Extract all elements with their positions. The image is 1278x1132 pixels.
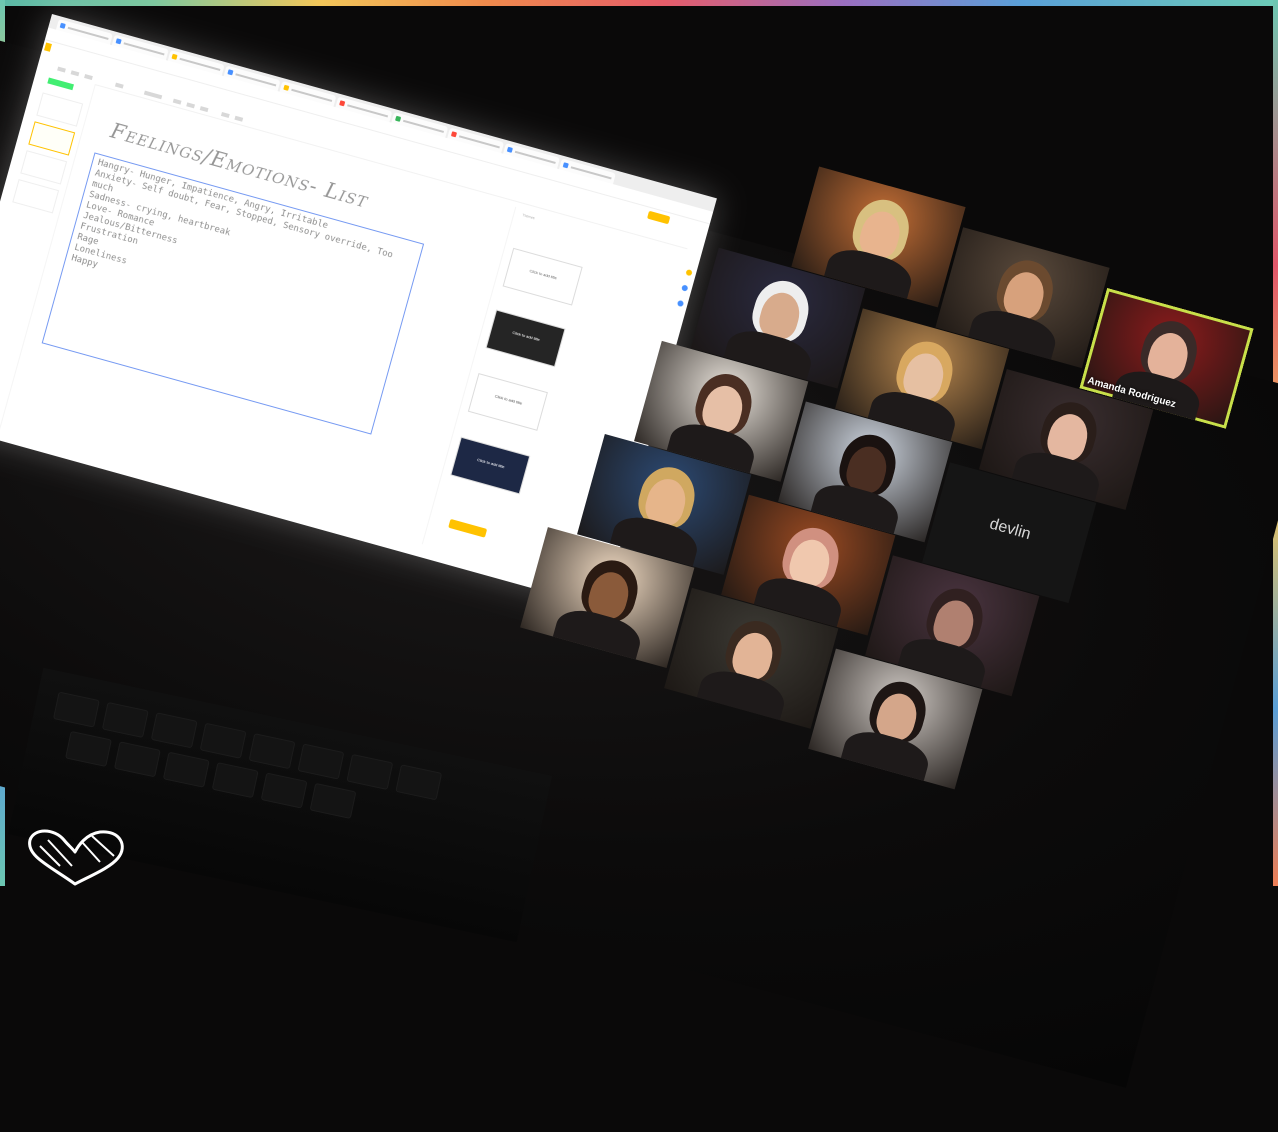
participant-body (692, 664, 789, 729)
theme-caption: Click to add title (476, 456, 506, 470)
underline-icon[interactable] (199, 106, 209, 113)
theme-card[interactable]: Click to add title (502, 247, 583, 306)
decorative-border-top (0, 0, 1278, 6)
calendar-icon[interactable] (676, 299, 685, 308)
slide-thumbnail[interactable] (20, 150, 68, 185)
redo-icon[interactable] (70, 70, 80, 77)
bold-icon[interactable] (172, 98, 182, 105)
keep-icon[interactable] (685, 268, 693, 277)
theme-card[interactable]: Click to add title (467, 373, 548, 431)
slide-thumbnail-selected[interactable] (28, 121, 76, 156)
screen-content: Feelings/Emotions- List Hangry- Hunger, … (0, 14, 1278, 1132)
theme-card[interactable]: Click to add title (450, 436, 531, 495)
theme-caption: Click to add title (529, 268, 558, 281)
italic-icon[interactable] (186, 102, 196, 109)
print-icon[interactable] (84, 74, 93, 81)
participant-body (836, 725, 933, 790)
undo-icon[interactable] (57, 66, 66, 73)
themes-heading: Themes (521, 213, 536, 221)
align-icon[interactable] (220, 111, 230, 118)
slides-logo-icon[interactable] (44, 42, 52, 52)
slide-thumbnail[interactable] (12, 179, 60, 214)
theme-caption: Click to add title (511, 329, 541, 343)
font-select[interactable] (143, 90, 163, 100)
tasks-icon[interactable] (681, 284, 689, 292)
slide-thumbnail[interactable] (36, 92, 84, 127)
slide-thumbnail[interactable] (47, 77, 74, 91)
theme-card[interactable]: Click to add title (485, 309, 566, 368)
list-icon[interactable] (234, 115, 244, 122)
heart-logo-icon (28, 829, 124, 886)
import-theme-button[interactable] (448, 518, 488, 538)
participant-name: devlin (987, 515, 1033, 544)
participant-body (548, 603, 645, 669)
zoom-icon[interactable] (114, 82, 124, 89)
theme-caption: Click to add title (494, 393, 523, 406)
